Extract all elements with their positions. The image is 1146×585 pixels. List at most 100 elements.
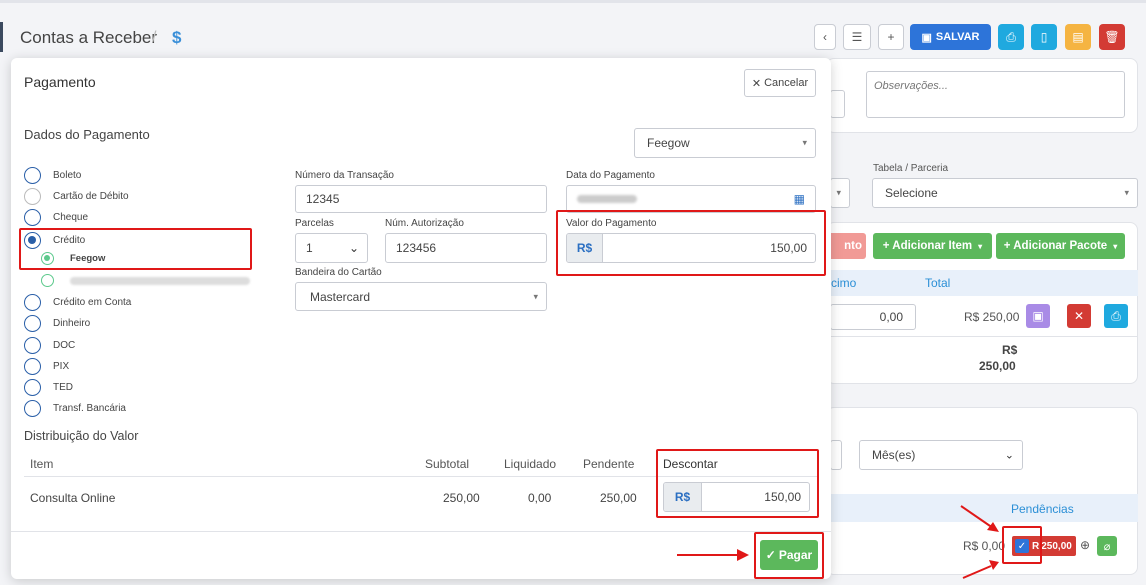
gateway-select[interactable]: Feegow ▾ [634,128,816,158]
radio-button[interactable] [24,294,41,311]
radio-button[interactable] [24,188,41,205]
caret-down-icon: ▾ [1124,187,1129,198]
zoom-icon[interactable]: ⊕ [1080,538,1090,552]
row-pendente: 250,00 [600,491,637,505]
row-subtotal: 250,00 [443,491,480,505]
save-button[interactable]: ▣ SALVAR [910,24,991,50]
printer-icon: ⎙ [1006,29,1016,44]
column-subtotal: Subtotal [425,457,470,471]
caret-down-icon: ▾ [836,187,841,198]
radio-credito-conta[interactable]: Crédito em Conta [24,294,131,311]
tabela-value: Selecione [885,186,938,200]
radio-button[interactable] [24,337,41,354]
radio-button[interactable] [41,274,54,287]
radio-button[interactable] [24,167,41,184]
blurred-text [70,276,250,285]
document-button[interactable]: ▯ [1031,24,1057,50]
payment-modal: Pagamento ✕ Cancelar Dados do Pagamento … [11,58,831,579]
partial-field[interactable] [830,90,845,118]
row-liquidado: 0,00 [528,491,552,505]
radio-button[interactable] [24,209,41,226]
close-icon: ✕ [751,77,762,90]
save-icon: ▣ [921,31,932,44]
highlight-descontar [656,449,819,518]
column-total: Total [925,276,951,290]
radio-label: Transf. Bancária [53,403,126,414]
bandeira-value: Mastercard [310,289,371,304]
radio-label: TED [53,382,73,393]
bandeira-label: Bandeira do Cartão [295,267,382,278]
partial-select[interactable]: ▾ [830,178,850,208]
radio-button[interactable] [24,315,41,332]
radio-transf-bancaria[interactable]: Transf. Bancária [24,400,126,417]
cancel-label: Cancelar [764,77,809,89]
plus-icon: + [887,30,895,44]
radio-label: Dinheiro [53,318,91,329]
radio-ted[interactable]: TED [24,379,73,396]
back-button[interactable]: ‹ [814,24,836,50]
caret-down-icon: ▾ [978,241,983,251]
radio-button[interactable] [24,358,41,375]
radio-blurred-option[interactable] [41,274,250,287]
partial-field-2[interactable] [830,440,842,470]
transacao-input[interactable]: 12345 [295,185,547,213]
tabela-label: Tabela / Parceria [873,163,949,174]
pend-badge-value: 250,00 [1041,540,1072,552]
cancel-button[interactable]: ✕ Cancelar [744,69,816,97]
divider [826,336,1138,337]
highlight-valor [556,210,826,276]
partial-button[interactable]: nto [826,233,866,259]
footer-divider [11,531,831,532]
radio-label: Crédito em Conta [53,297,132,308]
highlight-pay [754,532,824,579]
chevron-down-icon: ⌄ [348,241,359,255]
radio-dinheiro[interactable]: Dinheiro [24,315,90,332]
page-title: Contas a Receber [20,28,158,47]
row-value-input[interactable]: 0,00 [830,304,916,330]
radio-pix[interactable]: PIX [24,358,69,375]
left-accent [0,22,3,52]
period-select[interactable]: Mês(es) ⌄ [859,440,1023,470]
add-item-button[interactable]: + Adicionar Item ▾ [873,233,992,259]
radio-button[interactable] [24,379,41,396]
row-item: Consulta Online [30,491,116,505]
list-button[interactable]: ☰ [843,24,871,50]
caret-down-icon: ▾ [1113,241,1118,251]
column-liquidado: Liquidado [504,457,557,471]
radio-button[interactable] [24,400,41,417]
remove-row-button[interactable]: ✕ [1067,304,1091,328]
trash-icon: 🗑 [1104,30,1120,44]
partial-button-label: nto [844,240,862,252]
save-label: SALVAR [935,31,980,43]
tabela-select[interactable]: Selecione ▾ [872,178,1138,208]
parcelas-select[interactable]: 1 ⌄ [295,233,368,263]
add-pacote-button[interactable]: + Adicionar Pacote ▾ [996,233,1125,259]
delete-button[interactable]: 🗑 [1099,24,1125,50]
package-button[interactable]: ▣ [1026,304,1050,328]
autorizacao-input[interactable]: 123456 [385,233,547,263]
section-dados-pagamento: Dados do Pagamento [24,127,150,142]
column-pendente: Pendente [583,457,635,471]
radio-doc[interactable]: DOC [24,337,75,354]
close-icon: ✕ [1073,309,1085,323]
top-border [0,0,1146,3]
radio-boleto[interactable]: Boleto [24,167,81,184]
export-button[interactable]: ▤ [1065,24,1091,50]
data-pagamento-input[interactable]: ▦ [566,185,816,213]
radio-cartao-debito[interactable]: Cartão de Débito [24,188,129,205]
parcelas-label: Parcelas [295,218,334,229]
print-row-button[interactable]: ⎙ [1104,304,1128,328]
calendar-icon[interactable]: ▦ [794,192,805,206]
list-icon: ☰ [851,30,863,44]
blurred-date [577,195,637,203]
transacao-label: Número da Transação [295,170,394,181]
bandeira-select[interactable]: Mastercard ▾ [295,282,547,311]
add-button[interactable]: + [878,24,904,50]
observacoes-field[interactable]: Observações... [866,71,1125,118]
radio-label: Cartão de Débito [53,191,129,202]
print-button[interactable]: ⎙ [998,24,1024,50]
autorizacao-value: 123456 [396,241,437,255]
package-icon: ▣ [1032,309,1044,323]
radio-cheque[interactable]: Cheque [24,209,88,226]
attach-icon[interactable]: ⌀ [1097,536,1117,556]
